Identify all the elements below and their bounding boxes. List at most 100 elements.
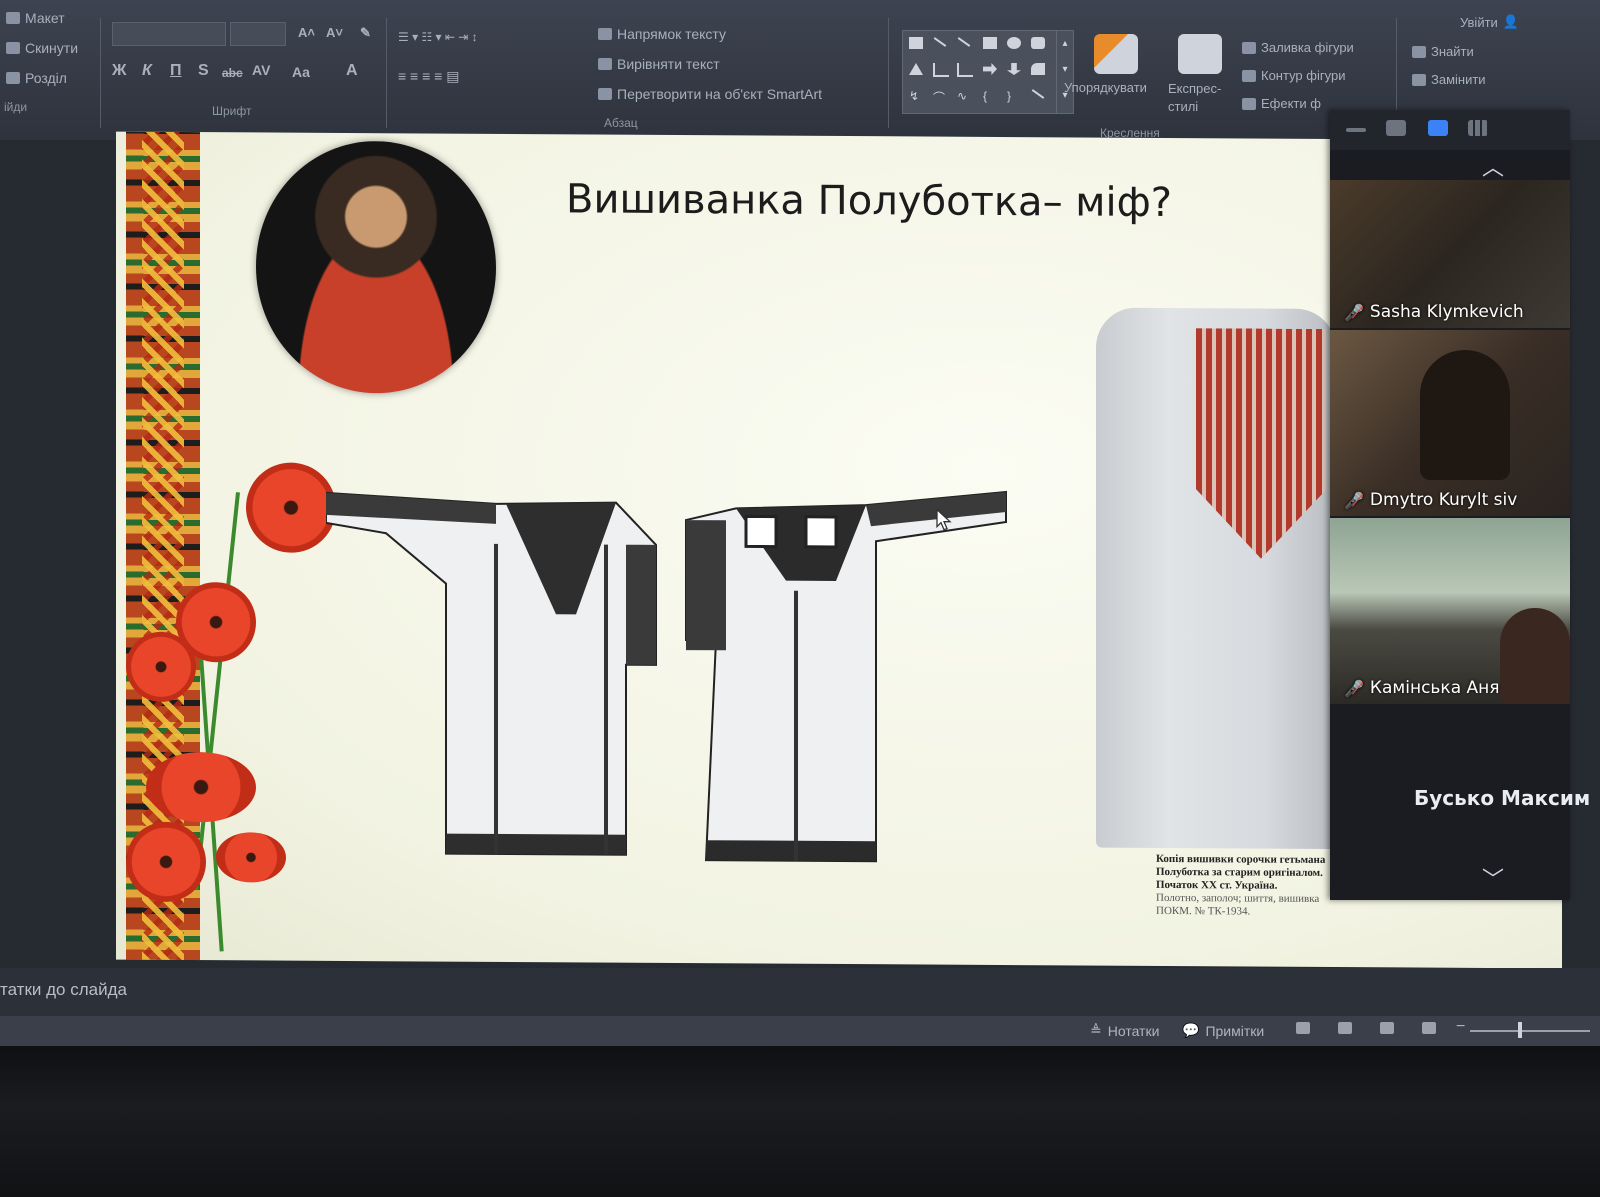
participant-video-tile[interactable]: 🎤̸ Dmytro Kurylt siv (1330, 330, 1570, 516)
sign-in-button[interactable]: Увійти 👤 (1460, 14, 1519, 30)
minimize-icon[interactable] (1346, 128, 1366, 132)
shadow-button[interactable]: S (198, 62, 209, 80)
poppy-flower-image (216, 832, 286, 883)
section-button[interactable]: Розділ (6, 70, 67, 86)
shapes-gallery[interactable]: ↯ ⌒ ∿ { } ▴ ▾ ▾ (902, 30, 1074, 114)
oval-shape-icon[interactable] (1007, 37, 1021, 49)
brace-shape-icon[interactable]: } (1007, 89, 1021, 103)
triangle-shape-icon[interactable] (909, 63, 923, 75)
brace-shape-icon[interactable]: { (983, 89, 997, 103)
rectangle-shape-icon[interactable] (983, 37, 997, 49)
paragraph-group-label: Абзац (604, 116, 638, 130)
video-conference-panel: ︿ 🎤̸ Sasha Klymkevich 🎤̸ Dmytro Kurylt s… (1330, 110, 1590, 900)
underline-button[interactable]: П (170, 62, 182, 80)
line-shape-icon[interactable] (1031, 89, 1045, 99)
poppy-flower-image (246, 462, 336, 553)
caption-sub-line: ПОКМ. № ТК-1934. (1156, 904, 1251, 918)
poppy-flower-image (146, 751, 256, 823)
layout-icon (6, 12, 20, 24)
textbox-shape-icon[interactable] (909, 37, 923, 49)
slideshow-button[interactable] (1422, 1022, 1436, 1034)
gallery-view-icon[interactable] (1468, 120, 1488, 136)
museum-shirt-photo[interactable] (1096, 307, 1336, 850)
text-direction-icon (598, 28, 612, 40)
text-direction-button[interactable]: Напрямок тексту (598, 26, 726, 42)
arc-shape-icon[interactable]: ⌒ (933, 89, 947, 105)
notes-icon: ≜ (1090, 1022, 1102, 1038)
participant-name-label[interactable]: Бусько Максим (1414, 786, 1590, 810)
embroidered-shirt-drawing-back[interactable] (676, 480, 1016, 882)
normal-view-button[interactable] (1296, 1022, 1310, 1034)
alignment-buttons[interactable]: ≡ ≡ ≡ ≡ ▤ (398, 68, 459, 85)
participant-name-label: 🎤̸ Dmytro Kurylt siv (1344, 490, 1518, 510)
char-spacing-button[interactable]: AV (252, 62, 270, 78)
bullets-button[interactable]: ☰ ▾ ☷ ▾ ⇤ ⇥ ↕ (398, 30, 478, 44)
right-arrow-shape-icon[interactable] (983, 63, 997, 75)
reset-button[interactable]: Скинути (6, 40, 78, 56)
section-icon (6, 72, 20, 84)
comments-toggle-button[interactable]: 💬 Примітки (1182, 1022, 1264, 1039)
curve-shape-icon[interactable]: ∿ (957, 89, 971, 103)
down-arrow-shape-icon[interactable] (1007, 63, 1021, 75)
font-group-label: Шрифт (212, 104, 252, 118)
change-case-button[interactable]: Aa (292, 64, 310, 80)
slide-title[interactable]: Вишиванка Полуботка– міф? (566, 176, 1172, 226)
shape-fill-button[interactable]: Заливка фігури (1242, 40, 1354, 55)
poppy-flower-image (126, 821, 206, 903)
participant-silhouette (1500, 608, 1570, 704)
participant-video-tile[interactable]: 🎤̸ Камінська Аня (1330, 518, 1570, 704)
rounded-rect-shape-icon[interactable] (1031, 37, 1045, 49)
font-family-select[interactable] (112, 22, 226, 46)
comment-icon: 💬 (1182, 1022, 1200, 1038)
bold-button[interactable]: Ж (112, 62, 126, 80)
mic-muted-icon: 🎤̸ (1344, 678, 1364, 698)
zoom-slider-thumb[interactable] (1518, 1022, 1522, 1038)
participant-silhouette (1420, 350, 1510, 480)
chevron-up-icon[interactable]: ︿ (1482, 150, 1504, 182)
shape-outline-button[interactable]: Контур фігури (1242, 68, 1345, 83)
chevron-down-icon[interactable]: ﹀ (1482, 862, 1504, 894)
notes-toggle-button[interactable]: ≜ Нотатки (1090, 1022, 1159, 1039)
embroidered-shirt-drawing-front[interactable] (326, 483, 666, 865)
speaker-view-icon[interactable] (1386, 120, 1406, 136)
gallery-scroll[interactable]: ▴ ▾ ▾ (1056, 31, 1073, 113)
status-bar: ≜ Нотатки 💬 Примітки − (0, 1016, 1600, 1046)
elbow-connector-icon[interactable] (933, 63, 949, 77)
slide-sorter-button[interactable] (1338, 1022, 1352, 1034)
poppy-flower-image (126, 631, 196, 703)
strip-view-icon[interactable] (1428, 120, 1448, 136)
zoom-out-button[interactable]: − (1456, 1018, 1465, 1036)
smartart-button[interactable]: Перетворити на об'єкт SmartArt (598, 86, 822, 102)
line-shape-icon[interactable] (957, 37, 971, 47)
zoom-slider-track[interactable] (1470, 1030, 1590, 1032)
slides-group-label: ійди (4, 100, 28, 114)
clear-format-icon[interactable]: ✎ (360, 25, 371, 41)
notes-placeholder[interactable]: татки до слайда (0, 980, 127, 1000)
video-panel-toolbar (1330, 110, 1570, 150)
quick-styles-button[interactable]: Експрес-стилі (1168, 80, 1232, 116)
reading-view-button[interactable] (1380, 1022, 1394, 1034)
shape-effects-button[interactable]: Ефекти ф (1242, 96, 1321, 111)
arrange-button[interactable]: Упорядкувати (1064, 80, 1147, 95)
hetman-portrait-image[interactable] (256, 140, 496, 394)
elbow-arrow-icon[interactable] (957, 63, 973, 77)
replace-button[interactable]: Замінити (1412, 72, 1486, 87)
font-size-select[interactable] (230, 22, 286, 46)
increase-font-icon[interactable]: A˄ (298, 25, 315, 40)
strikethrough-button[interactable]: abc (222, 66, 243, 80)
quick-styles-icon (1178, 34, 1222, 74)
font-color-button[interactable]: A (346, 62, 358, 80)
notes-pane[interactable]: татки до слайда (0, 968, 1600, 1016)
participant-video-tile[interactable]: 🎤̸ Sasha Klymkevich (1330, 180, 1570, 328)
pen-icon (1242, 69, 1256, 82)
search-icon (1412, 45, 1426, 58)
line-shape-icon[interactable] (933, 37, 947, 47)
italic-button[interactable]: К (142, 62, 152, 80)
flowchart-shape-icon[interactable] (1031, 63, 1045, 75)
layout-button[interactable]: Макет (6, 10, 65, 26)
decrease-font-icon[interactable]: A˅ (326, 25, 343, 40)
mic-muted-icon: 🎤̸ (1344, 490, 1364, 510)
align-text-button[interactable]: Вирівняти текст (598, 56, 720, 72)
find-button[interactable]: Знайти (1412, 44, 1474, 59)
freeform-shape-icon[interactable]: ↯ (909, 89, 923, 103)
